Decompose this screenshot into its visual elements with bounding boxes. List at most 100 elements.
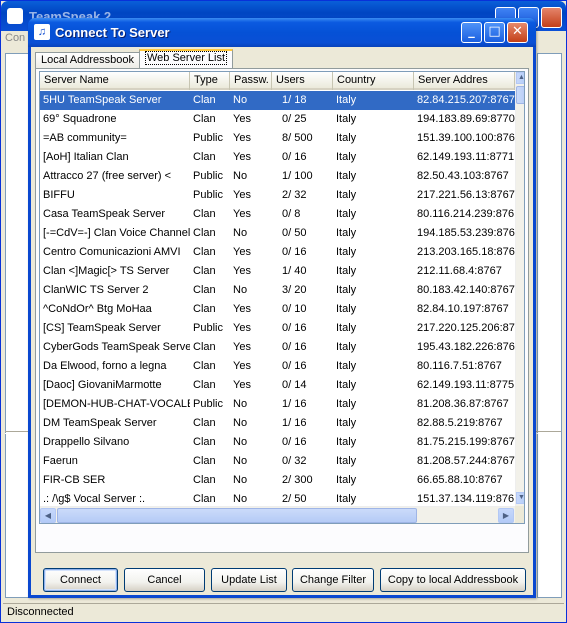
- cell-users: 0/ 16: [282, 436, 307, 448]
- cell-address: 82.50.43.103:8767: [417, 170, 509, 182]
- scroll-right-icon[interactable]: ▶: [498, 508, 514, 523]
- table-row[interactable]: Faerun Clan No 0/ 32 Italy 81.208.57.244:8767: [40, 452, 515, 471]
- table-row[interactable]: =AB community= Public Yes 8/ 500 Italy 151.39…: [40, 129, 515, 148]
- scroll-thumb[interactable]: [516, 86, 524, 104]
- tab-web-server-list[interactable]: Web Server List: [139, 49, 234, 70]
- update-list-button[interactable]: Update List: [211, 568, 287, 592]
- cell-name: Clan <]Magic[> TS Server: [43, 265, 170, 277]
- cell-users: 8/ 500: [282, 132, 313, 144]
- cell-users: 0/ 8: [282, 208, 301, 220]
- cancel-button[interactable]: Cancel: [124, 568, 205, 592]
- table-row[interactable]: BIFFU Public Yes 2/ 32 Italy 217.221.56.13:87…: [40, 186, 515, 205]
- cell-type: Clan: [193, 284, 216, 296]
- table-row[interactable]: Casa TeamSpeak Server Clan Yes 0/ 8 Italy 80.…: [40, 205, 515, 224]
- table-row[interactable]: Drappello Silvano Clan No 0/ 16 Italy 81.75.2…: [40, 433, 515, 452]
- cell-country: Italy: [336, 284, 357, 296]
- column-header-users[interactable]: Users: [272, 72, 333, 90]
- vertical-scrollbar[interactable]: ▲ ▼: [515, 72, 524, 506]
- cell-pass: Yes: [233, 113, 251, 125]
- cell-type: Clan: [193, 246, 216, 258]
- cell-country: Italy: [336, 417, 357, 429]
- cell-type: Clan: [193, 151, 216, 163]
- cell-pass: No: [233, 417, 248, 429]
- cell-pass: Yes: [233, 303, 251, 315]
- cell-country: Italy: [336, 246, 357, 258]
- maximize-icon[interactable]: □: [484, 22, 505, 43]
- column-header-country[interactable]: Country: [333, 72, 414, 90]
- cell-users: 0/ 16: [282, 341, 307, 353]
- table-row[interactable]: [AoH] Italian Clan Clan Yes 0/ 16 Italy 62.14…: [40, 148, 515, 167]
- headset-icon: ♫: [34, 24, 50, 40]
- background-side-panel: [537, 53, 562, 598]
- scroll-left-icon[interactable]: ◀: [40, 508, 56, 523]
- cell-address: 213.203.165.18:876: [417, 246, 515, 258]
- table-row[interactable]: DM TeamSpeak Server Clan No 1/ 16 Italy 82.88…: [40, 414, 515, 433]
- cell-pass: Yes: [233, 151, 251, 163]
- list-rows: 5HU TeamSpeak Server Clan No 1/ 18 Italy 82.8…: [40, 91, 515, 523]
- table-row[interactable]: [DEMON-HUB-CHAT-VOCALE] Public No 1/ 16 Ital…: [40, 395, 515, 414]
- table-row[interactable]: Da Elwood, forno a legna Clan Yes 0/ 16 Ital…: [40, 357, 515, 376]
- close-icon[interactable]: ✕: [507, 22, 528, 43]
- cell-name: [Daoc] GiovaniMarmotte: [43, 379, 162, 391]
- cell-address: 217.221.56.13:8767: [417, 189, 515, 201]
- table-row[interactable]: [CS] TeamSpeak Server Public Yes 0/ 16 Italy…: [40, 319, 515, 338]
- cell-users: 3/ 20: [282, 284, 307, 296]
- cell-address: 194.185.53.239:876: [417, 227, 515, 239]
- cell-pass: Yes: [233, 189, 251, 201]
- cell-users: 0/ 16: [282, 246, 307, 258]
- cell-users: 1/ 16: [282, 417, 307, 429]
- table-row[interactable]: Clan <]Magic[> TS Server Clan Yes 1/ 40 Ital…: [40, 262, 515, 281]
- table-row[interactable]: ClanWIC TS Server 2 Clan No 3/ 20 Italy 80.18…: [40, 281, 515, 300]
- cell-name: =AB community=: [43, 132, 127, 144]
- column-header-password[interactable]: Passw.: [230, 72, 272, 90]
- cell-name: Da Elwood, forno a legna: [43, 360, 167, 372]
- copy-to-addressbook-button[interactable]: Copy to local Addressbook: [380, 568, 526, 592]
- cell-address: 81.208.36.87:8767: [417, 398, 509, 410]
- cell-country: Italy: [336, 113, 357, 125]
- connect-button[interactable]: Connect: [43, 568, 118, 592]
- cell-name: Casa TeamSpeak Server: [43, 208, 166, 220]
- tab-local-addressbook[interactable]: Local Addressbook: [35, 52, 140, 69]
- column-header-server-address[interactable]: Server Addres: [414, 72, 515, 90]
- table-row[interactable]: Attracco 27 (free server) < Public No 1/ 10…: [40, 167, 515, 186]
- cell-users: 1/ 40: [282, 265, 307, 277]
- cell-name: ClanWIC TS Server 2: [43, 284, 149, 296]
- close-icon[interactable]: [541, 7, 562, 28]
- cell-type: Clan: [193, 208, 216, 220]
- change-filter-button[interactable]: Change Filter: [292, 568, 374, 592]
- cell-name: Faerun: [43, 455, 78, 467]
- table-row[interactable]: Centro Comunicazioni AMVI Clan Yes 0/ 16 Ita…: [40, 243, 515, 262]
- column-header-type[interactable]: Type: [190, 72, 230, 90]
- table-row[interactable]: 69° Squadrone Clan Yes 0/ 25 Italy 194.183.89…: [40, 110, 515, 129]
- table-row[interactable]: FIR-CB SER Clan No 2/ 300 Italy 66.65.88.10:8…: [40, 471, 515, 490]
- cell-pass: No: [233, 398, 248, 410]
- cell-country: Italy: [336, 208, 357, 220]
- table-row[interactable]: CyberGods TeamSpeak Server Clan Yes 0/ 16 It…: [40, 338, 515, 357]
- hscroll-thumb[interactable]: [57, 508, 417, 523]
- cell-pass: No: [233, 284, 248, 296]
- cell-type: Clan: [193, 436, 216, 448]
- cell-address: 82.84.215.207:8767: [417, 94, 515, 106]
- minimize-icon[interactable]: _: [461, 22, 482, 43]
- table-row[interactable]: [Daoc] GiovaniMarmotte Clan Yes 0/ 14 Italy 6…: [40, 376, 515, 395]
- scroll-corner: [515, 506, 524, 523]
- table-row[interactable]: 5HU TeamSpeak Server Clan No 1/ 18 Italy 82.8…: [40, 91, 515, 110]
- cell-type: Clan: [193, 417, 216, 429]
- cell-type: Clan: [193, 360, 216, 372]
- column-header-server-name[interactable]: Server Name: [40, 72, 190, 90]
- list-header: Server Name Type Passw. Users Country Se…: [40, 72, 515, 90]
- cell-users: 0/ 32: [282, 455, 307, 467]
- scroll-up-icon[interactable]: ▲: [516, 72, 524, 84]
- cell-country: Italy: [336, 436, 357, 448]
- table-row[interactable]: ^CoNdOr^ Btg MoHaa Clan Yes 0/ 10 Italy 82.84…: [40, 300, 515, 319]
- cell-address: 195.43.182.226:876: [417, 341, 515, 353]
- cell-country: Italy: [336, 170, 357, 182]
- background-menu-item[interactable]: Con: [5, 32, 25, 52]
- cell-users: 0/ 16: [282, 360, 307, 372]
- table-row[interactable]: [-=CdV=-] Clan Voice Channel Clan No 0/ 50 I…: [40, 224, 515, 243]
- dialog-titlebar[interactable]: ♫ Connect To Server _ □ ✕: [28, 18, 536, 47]
- server-list[interactable]: Server Name Type Passw. Users Country Se…: [39, 71, 525, 524]
- scroll-down-icon[interactable]: ▼: [516, 492, 524, 504]
- cell-country: Italy: [336, 94, 357, 106]
- horizontal-scrollbar[interactable]: ◀ ▶: [40, 506, 515, 523]
